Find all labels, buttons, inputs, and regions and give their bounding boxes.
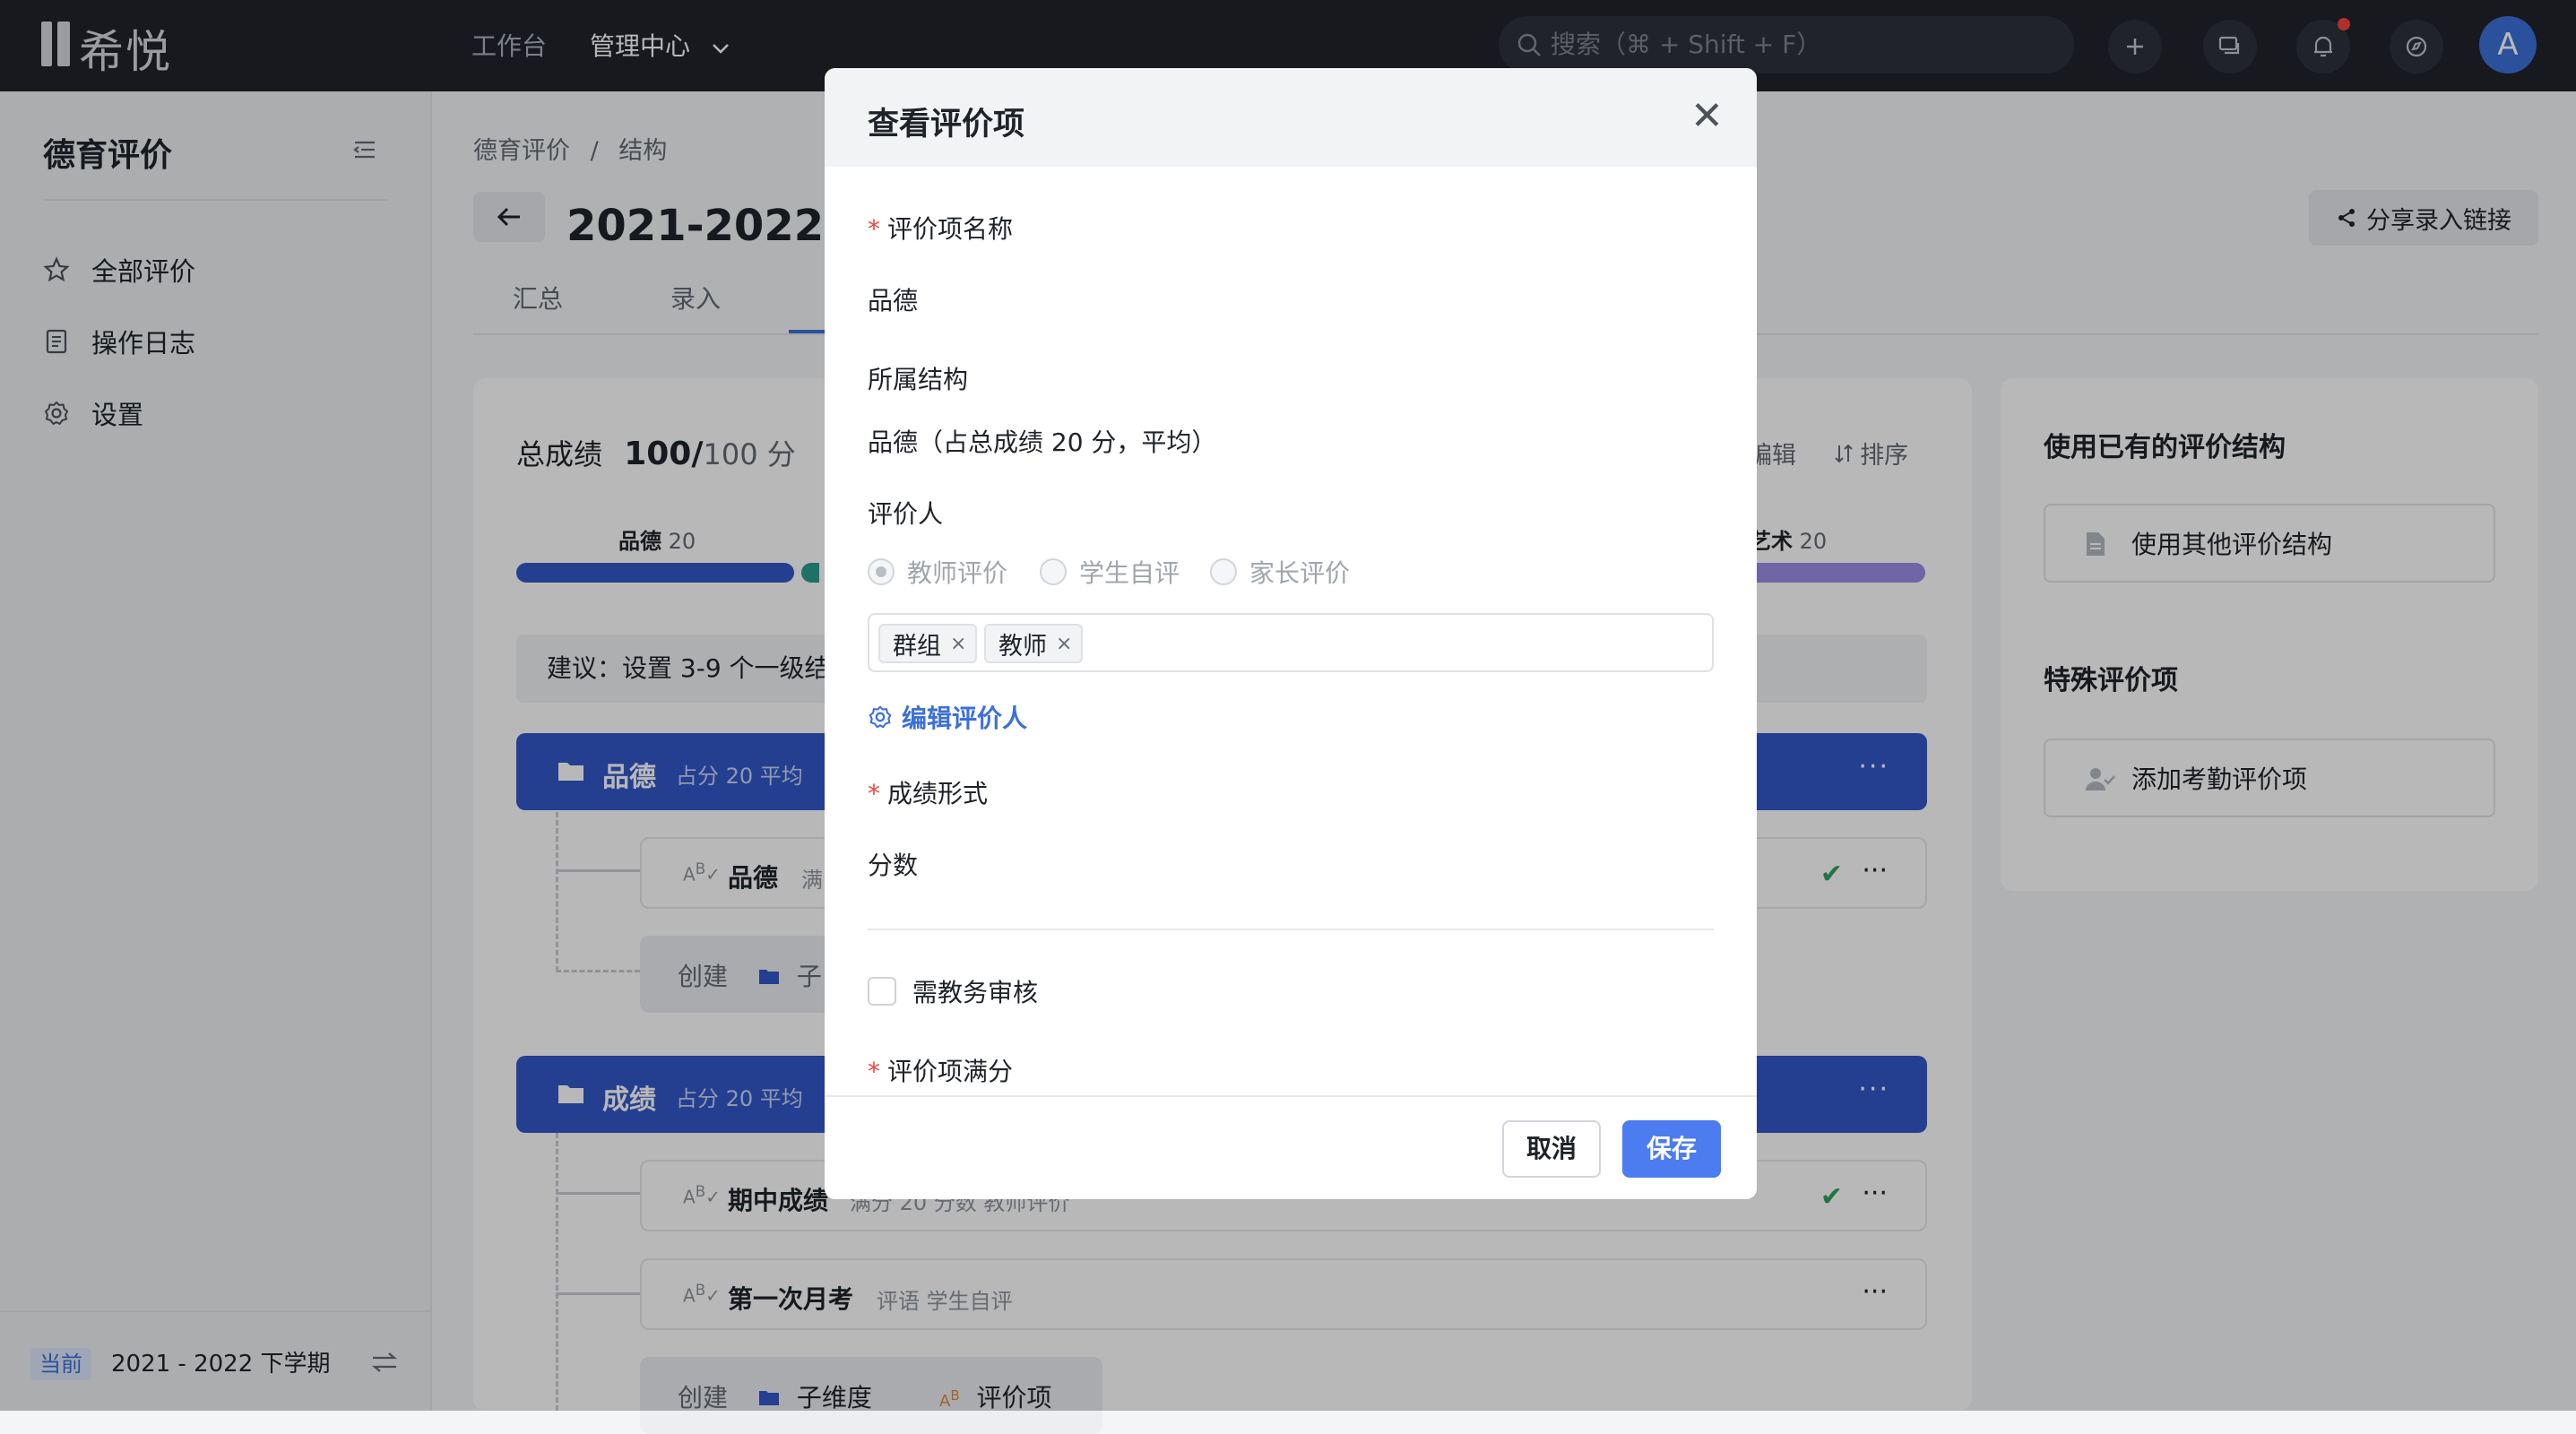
radio-dot	[1210, 558, 1237, 585]
radio-dot	[868, 558, 895, 585]
evaluator-tag: 教师 ×	[984, 624, 1084, 663]
radio-teacher-evaluation[interactable]: 教师评价	[868, 554, 1007, 590]
score-form-value: 分数	[868, 851, 919, 880]
score-form-label: * 成绩形式	[868, 779, 989, 808]
edit-evaluator-label: 编辑评价人	[902, 704, 1028, 733]
evaluator-tag-input[interactable]: 群组 × 教师 ×	[868, 613, 1714, 672]
close-icon[interactable]: ✕	[1690, 97, 1724, 136]
radio-student-self-evaluation[interactable]: 学生自评	[1040, 554, 1180, 590]
checkbox-box	[868, 977, 896, 1006]
requires-review-checkbox[interactable]: 需教务审核	[868, 973, 1038, 1009]
required-marker: *	[868, 779, 880, 808]
radio-parent-evaluation[interactable]: 家长评价	[1210, 554, 1350, 590]
view-evaluation-item-modal: 查看评价项 ✕ * 评价项名称 品德 所属结构 品德（占总成绩 20 分，平均） …	[825, 68, 1757, 1199]
evaluator-tag: 群组 ×	[878, 624, 978, 663]
item-name-value: 品德	[868, 286, 919, 315]
structure-value: 品德（占总成绩 20 分，平均）	[868, 428, 1217, 457]
full-score-label: * 评价项满分	[868, 1057, 1014, 1086]
edit-evaluator-link[interactable]: 编辑评价人	[868, 699, 1027, 735]
required-marker: *	[868, 214, 880, 244]
required-marker: *	[868, 1057, 880, 1086]
modal-title: 查看评价项	[868, 107, 1025, 143]
cancel-button[interactable]: 取消	[1502, 1120, 1601, 1178]
radio-dot	[1040, 558, 1067, 585]
requires-review-label: 需教务审核	[912, 978, 1039, 1007]
structure-label: 所属结构	[868, 365, 969, 394]
gear-icon	[869, 705, 892, 729]
save-button[interactable]: 保存	[1622, 1120, 1721, 1178]
remove-tag-icon[interactable]: ×	[950, 633, 966, 655]
modal-divider	[868, 929, 1714, 930]
evaluator-label: 评价人	[868, 499, 944, 529]
remove-tag-icon[interactable]: ×	[1056, 633, 1072, 655]
item-name-label: * 评价项名称	[868, 214, 1014, 244]
modal-footer	[825, 1095, 1757, 1199]
